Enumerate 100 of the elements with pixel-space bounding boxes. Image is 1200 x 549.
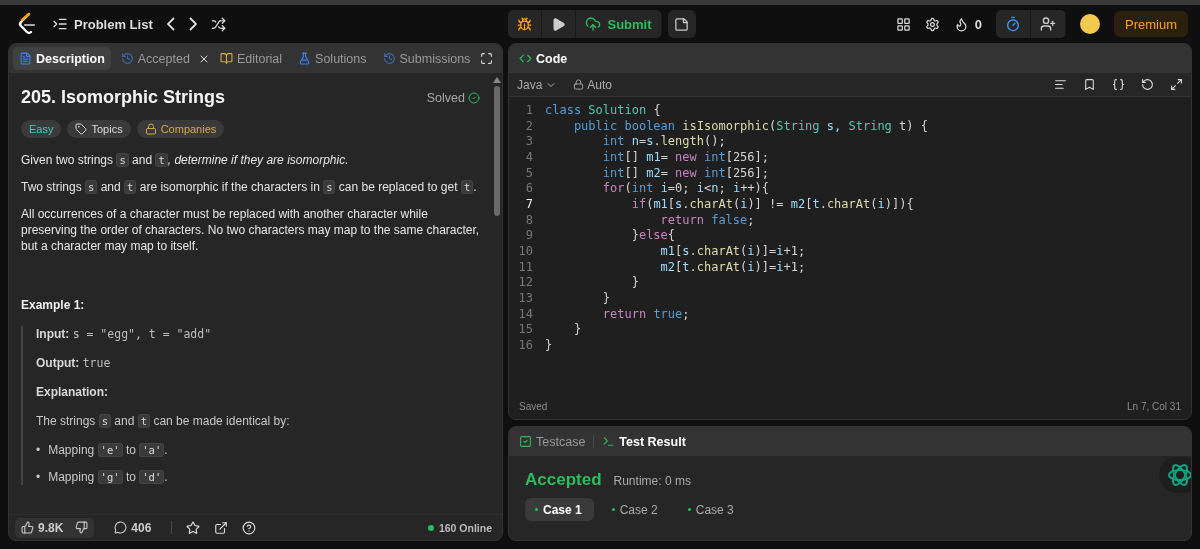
history-icon [120, 52, 134, 65]
atom-icon [1167, 462, 1191, 488]
line-number: 13 [517, 291, 534, 306]
stopwatch-icon [1005, 16, 1021, 32]
problem-title: 205. Isomorphic Strings [21, 87, 226, 108]
reset-button[interactable] [1141, 78, 1154, 91]
line-number: 3 [524, 134, 534, 149]
premium-button[interactable]: Premium [1114, 11, 1188, 37]
maximize-icon [480, 52, 494, 65]
code-line: int n=s.length(); [601, 134, 726, 149]
flame-icon [953, 16, 969, 32]
previous-button[interactable] [166, 17, 175, 31]
thumbs-down-icon [75, 521, 89, 534]
chevron-left-icon [166, 17, 175, 31]
tag-chip[interactable]: Companies [136, 120, 225, 138]
solved-status: Solved [426, 90, 465, 105]
thumbs-up-icon [21, 521, 34, 534]
tag-chip[interactable]: Topics [67, 120, 131, 138]
line-number: 16 [517, 338, 534, 353]
panel-tab[interactable]: Submissions [376, 47, 477, 70]
line-number: 14 [517, 306, 534, 321]
notes-button[interactable] [667, 10, 696, 38]
test-tab[interactable]: Test Result [596, 430, 692, 453]
line-number: 6 [524, 181, 534, 196]
help-button[interactable] [242, 520, 257, 535]
document-icon [19, 52, 32, 65]
share-button[interactable] [214, 520, 229, 535]
external-link-icon [214, 520, 229, 535]
list-icon [52, 16, 68, 32]
line-number: 9 [524, 228, 534, 243]
expand-button[interactable] [1170, 78, 1183, 91]
panel-tab[interactable]: Accepted [114, 47, 196, 70]
book-icon [219, 52, 233, 65]
line-number: 15 [517, 322, 534, 337]
debug-button[interactable] [508, 10, 543, 38]
code-line: for(int i=0; i<n; i++){ [601, 181, 770, 196]
format-button[interactable] [1054, 78, 1067, 91]
shuffle-button[interactable] [210, 16, 226, 32]
help-icon [242, 520, 257, 535]
code-line: return false; [659, 212, 755, 227]
checkbox-icon [519, 435, 532, 448]
star-icon [186, 520, 201, 535]
scroll-up-arrow-icon [493, 77, 501, 83]
code-line: int[] m2= new int[256]; [601, 165, 770, 180]
line-number: 2 [524, 118, 534, 133]
code-line: m2[t.charAt(i)]=i+1; [659, 259, 806, 274]
next-button[interactable] [188, 17, 197, 31]
logo[interactable] [16, 12, 38, 36]
auto-mode-button[interactable]: Auto [573, 77, 613, 92]
history-icon [382, 52, 396, 65]
line-number: 12 [517, 275, 534, 290]
bookmark-button[interactable] [1083, 78, 1096, 91]
explanation-bullet-text: Mapping 'g' to 'd' . [48, 469, 168, 485]
panel-tab[interactable]: Description [13, 47, 111, 70]
panel-tab[interactable]: Editorial [213, 47, 289, 70]
lock-icon [144, 123, 157, 135]
cursor-position: Ln 7, Col 31 [1127, 400, 1181, 412]
case-tab[interactable]: Case 1 [525, 498, 594, 521]
comments-button[interactable]: 406 [108, 517, 158, 538]
online-dot [427, 524, 434, 531]
code-line: if(m1[s.charAt(i)] != m2[t.charAt(i)]){ [630, 196, 914, 211]
example-output-text: Output: true [36, 355, 112, 371]
line-number: 1 [524, 102, 534, 117]
problem-list-button[interactable]: Problem List [52, 16, 153, 32]
comment-icon [114, 521, 128, 534]
code-line: } [601, 291, 611, 306]
flask-icon [298, 52, 312, 65]
braces-button[interactable] [1112, 78, 1125, 91]
tag-icon [75, 123, 88, 135]
streak-button[interactable]: 0 [953, 16, 982, 32]
favorite-button[interactable] [186, 520, 201, 535]
line-number: 4 [524, 149, 534, 164]
line-number: 7 [524, 196, 534, 211]
add-user-icon [1040, 16, 1056, 32]
bullet-marker: • [36, 442, 41, 458]
test-tab[interactable]: Testcase [513, 430, 592, 453]
layout-button[interactable] [895, 16, 911, 32]
assistant-button[interactable] [1159, 457, 1191, 493]
panel-tab[interactable]: Solutions [292, 47, 373, 70]
description-paragraph: Two strings s and t are isomorphic if the characters in s can be replaced to get t . [21, 179, 478, 195]
code-line: m1[s.charAt(i)]=i+1; [659, 244, 806, 259]
settings-button[interactable] [924, 16, 940, 32]
case-tab[interactable]: Case 2 [601, 498, 670, 521]
line-number: 10 [517, 244, 534, 259]
case-tab[interactable]: Case 3 [677, 498, 746, 521]
timer-button[interactable] [996, 10, 1031, 38]
code-line: } [545, 338, 553, 353]
line-number: 11 [517, 259, 534, 274]
explanation-bullet-text: Mapping 'e' to 'a' . [48, 442, 168, 458]
code-tab[interactable]: Code [513, 47, 574, 70]
tag-chip[interactable]: Easy [21, 120, 62, 138]
maximize-button[interactable] [480, 52, 494, 65]
align-left-icon [1054, 78, 1067, 91]
code-line: int[] m1= new int[256]; [601, 149, 770, 164]
check-circle-icon [468, 91, 480, 104]
online-count: 160 Online [438, 521, 492, 534]
terminal-icon [602, 435, 616, 448]
avatar[interactable] [1080, 14, 1100, 34]
explanation-label: Explanation: [36, 384, 109, 400]
language-dropdown[interactable]: Java [517, 77, 558, 92]
